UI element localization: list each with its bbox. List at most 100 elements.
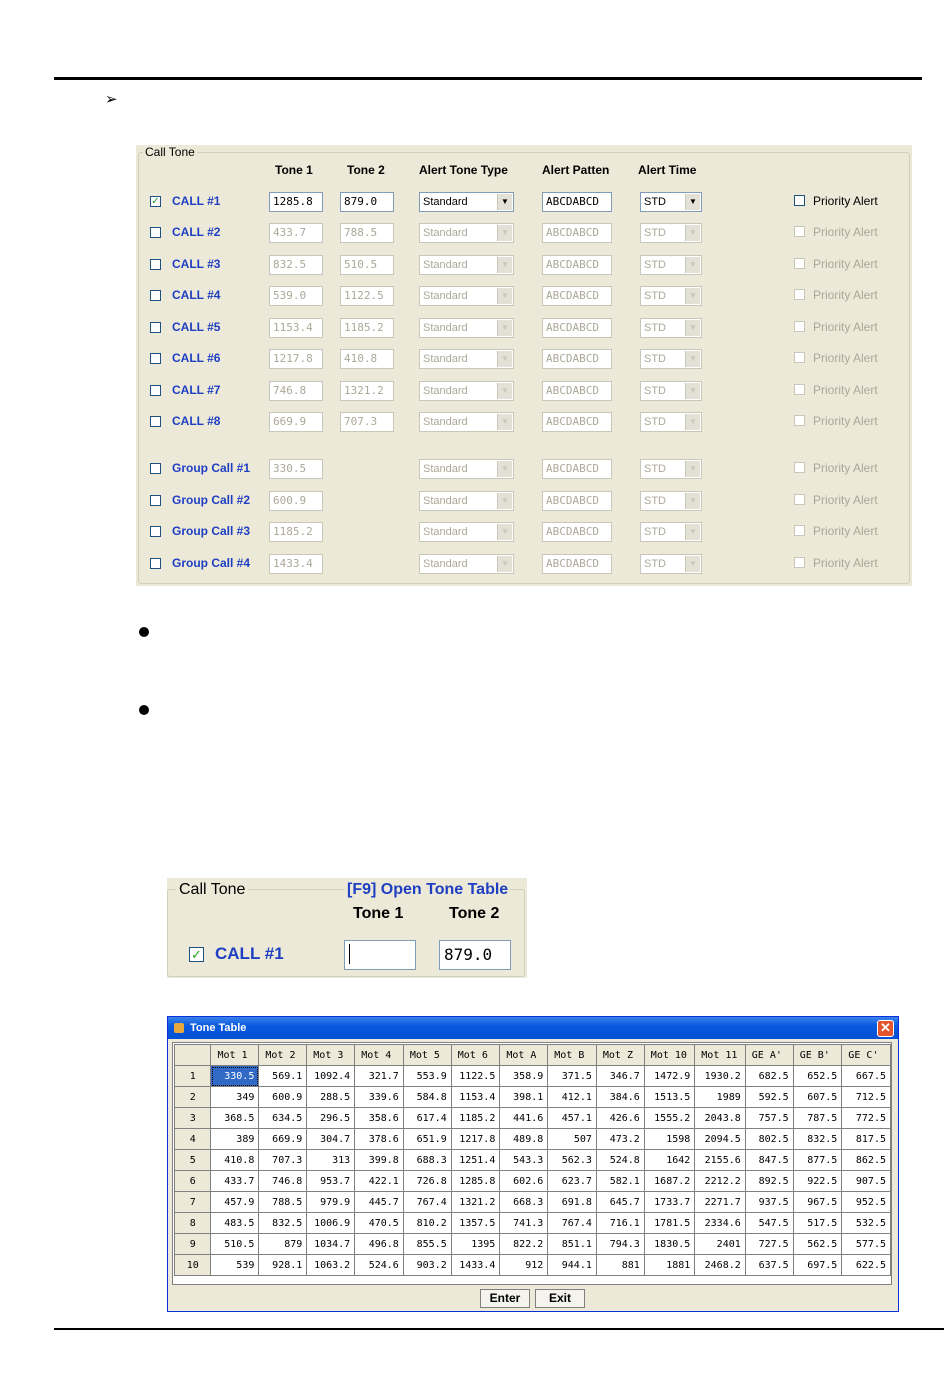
column-header[interactable]: Mot 6 <box>450 1044 501 1066</box>
tone-cell[interactable]: 794.3 <box>595 1233 645 1255</box>
tone-cell[interactable]: 767.4 <box>402 1191 452 1213</box>
tone-cell[interactable]: 907.5 <box>841 1170 891 1192</box>
row-header[interactable]: 5 <box>173 1149 212 1171</box>
tone2-input[interactable]: 1122.5 <box>340 286 394 306</box>
dropdown-arrow-icon[interactable]: ▼ <box>685 320 700 336</box>
row-header[interactable]: 9 <box>173 1233 212 1255</box>
tone-cell[interactable]: 1063.2 <box>306 1254 356 1276</box>
window-titlebar[interactable]: Tone Table ✕ <box>168 1017 898 1039</box>
column-header[interactable]: Mot 11 <box>694 1044 746 1066</box>
tone-cell[interactable]: 1122.5 <box>450 1065 501 1087</box>
alert-tone-type-select[interactable]: Standard ▼ <box>419 459 514 479</box>
priority-alert-checkbox[interactable]: Priority Alert <box>794 288 878 302</box>
tone-cell[interactable]: 691.8 <box>547 1191 597 1213</box>
tone-cell[interactable]: 1251.4 <box>450 1149 501 1171</box>
tone-cell[interactable]: 592.5 <box>744 1086 794 1108</box>
priority-checkbox-box[interactable] <box>794 226 805 237</box>
alert-pattern-input[interactable]: ABCDABCD <box>542 318 612 338</box>
tone-cell[interactable]: 473.2 <box>595 1128 645 1150</box>
priority-checkbox-box[interactable] <box>794 289 805 300</box>
tone2-input[interactable]: 879.0 <box>340 192 394 212</box>
alert-pattern-input[interactable]: ABCDABCD <box>542 192 612 212</box>
tone-cell[interactable]: 517.5 <box>792 1212 843 1234</box>
alert-tone-type-select[interactable]: Standard ▼ <box>419 192 514 212</box>
tone-cell[interactable]: 741.3 <box>499 1212 549 1234</box>
tone-cell[interactable]: 398.1 <box>499 1086 549 1108</box>
tone-cell[interactable]: 288.5 <box>306 1086 356 1108</box>
tone1-input[interactable]: 746.8 <box>269 381 323 401</box>
dropdown-arrow-icon[interactable]: ▼ <box>497 288 512 304</box>
tone-cell[interactable]: 489.8 <box>499 1128 549 1150</box>
tone-cell[interactable]: 410.8 <box>210 1149 260 1171</box>
tone-cell[interactable]: 667.5 <box>841 1065 891 1087</box>
dropdown-arrow-icon[interactable]: ▼ <box>685 225 700 241</box>
tone-cell[interactable]: 1034.7 <box>306 1233 356 1255</box>
tone-cell[interactable]: 953.7 <box>306 1170 356 1192</box>
dropdown-arrow-icon[interactable]: ▼ <box>497 524 512 540</box>
tone-cell[interactable]: 817.5 <box>841 1128 891 1150</box>
tone-cell[interactable]: 1472.9 <box>643 1065 696 1087</box>
dropdown-arrow-icon[interactable]: ▼ <box>685 493 700 509</box>
tone-cell[interactable]: 349 <box>210 1086 260 1108</box>
call1-checkbox[interactable]: ✓ <box>189 947 204 962</box>
call-checkbox[interactable] <box>150 463 161 474</box>
tone2-input[interactable]: 510.5 <box>340 255 394 275</box>
tone-cell[interactable]: 787.5 <box>792 1107 843 1129</box>
tone-cell[interactable]: 726.8 <box>402 1170 452 1192</box>
tone-cell[interactable]: 623.7 <box>547 1170 597 1192</box>
tone-cell[interactable]: 582.1 <box>595 1170 645 1192</box>
row-header[interactable]: 3 <box>173 1107 212 1129</box>
tone-cell[interactable]: 746.8 <box>258 1170 308 1192</box>
tone1-input[interactable]: 433.7 <box>269 223 323 243</box>
alert-pattern-input[interactable]: ABCDABCD <box>542 459 612 479</box>
tone-cell[interactable]: 617.4 <box>402 1107 452 1129</box>
dropdown-arrow-icon[interactable]: ▼ <box>685 461 700 477</box>
row-header[interactable]: 2 <box>173 1086 212 1108</box>
dropdown-arrow-icon[interactable]: ▼ <box>685 524 700 540</box>
alert-tone-type-select[interactable]: Standard ▼ <box>419 255 514 275</box>
alert-tone-type-select[interactable]: Standard ▼ <box>419 554 514 574</box>
tone-cell[interactable]: 600.9 <box>258 1086 308 1108</box>
tone-cell[interactable]: 862.5 <box>841 1149 891 1171</box>
priority-alert-checkbox[interactable]: Priority Alert <box>794 414 878 428</box>
tone-cell[interactable]: 2043.8 <box>694 1107 746 1129</box>
call-checkbox[interactable] <box>150 227 161 238</box>
tone-cell[interactable]: 622.5 <box>841 1254 891 1276</box>
tone-cell[interactable]: 1733.7 <box>643 1191 696 1213</box>
tone-cell[interactable]: 330.5 <box>210 1065 260 1087</box>
tone-cell[interactable]: 707.3 <box>258 1149 308 1171</box>
tone-cell[interactable]: 532.5 <box>841 1212 891 1234</box>
tone-cell[interactable]: 922.5 <box>792 1170 843 1192</box>
tone-cell[interactable]: 1092.4 <box>306 1065 356 1087</box>
call-checkbox[interactable] <box>150 353 161 364</box>
tone-cell[interactable]: 457.9 <box>210 1191 260 1213</box>
tone-cell[interactable]: 651.9 <box>402 1128 452 1150</box>
tone-cell[interactable]: 757.5 <box>744 1107 794 1129</box>
tone-cell[interactable]: 412.1 <box>547 1086 597 1108</box>
tone-cell[interactable]: 346.7 <box>595 1065 645 1087</box>
dropdown-arrow-icon[interactable]: ▼ <box>685 257 700 273</box>
tone-cell[interactable]: 339.6 <box>354 1086 404 1108</box>
tone-cell[interactable]: 1153.4 <box>450 1086 501 1108</box>
priority-checkbox-box[interactable] <box>794 415 805 426</box>
tone1-input[interactable]: 669.9 <box>269 412 323 432</box>
tone-cell[interactable]: 313 <box>306 1149 356 1171</box>
tone-cell[interactable]: 1830.5 <box>643 1233 696 1255</box>
tone-cell[interactable]: 378.6 <box>354 1128 404 1150</box>
alert-pattern-input[interactable]: ABCDABCD <box>542 522 612 542</box>
call1-tone2-input[interactable]: 879.0 <box>439 940 511 970</box>
tone-cell[interactable]: 2271.7 <box>694 1191 746 1213</box>
tone-cell[interactable]: 553.9 <box>402 1065 452 1087</box>
tone-cell[interactable]: 832.5 <box>792 1128 843 1150</box>
tone-cell[interactable]: 510.5 <box>210 1233 260 1255</box>
alert-time-select[interactable]: STD ▼ <box>640 349 702 369</box>
alert-pattern-input[interactable]: ABCDABCD <box>542 491 612 511</box>
tone1-input[interactable]: 539.0 <box>269 286 323 306</box>
dropdown-arrow-icon[interactable]: ▼ <box>497 383 512 399</box>
row-header[interactable]: 4 <box>173 1128 212 1150</box>
tone-cell[interactable]: 547.5 <box>744 1212 794 1234</box>
tone-cell[interactable]: 602.6 <box>499 1170 549 1192</box>
tone-cell[interactable]: 384.6 <box>595 1086 645 1108</box>
priority-alert-checkbox[interactable]: Priority Alert <box>794 493 878 507</box>
column-header[interactable]: Mot A <box>499 1044 549 1066</box>
